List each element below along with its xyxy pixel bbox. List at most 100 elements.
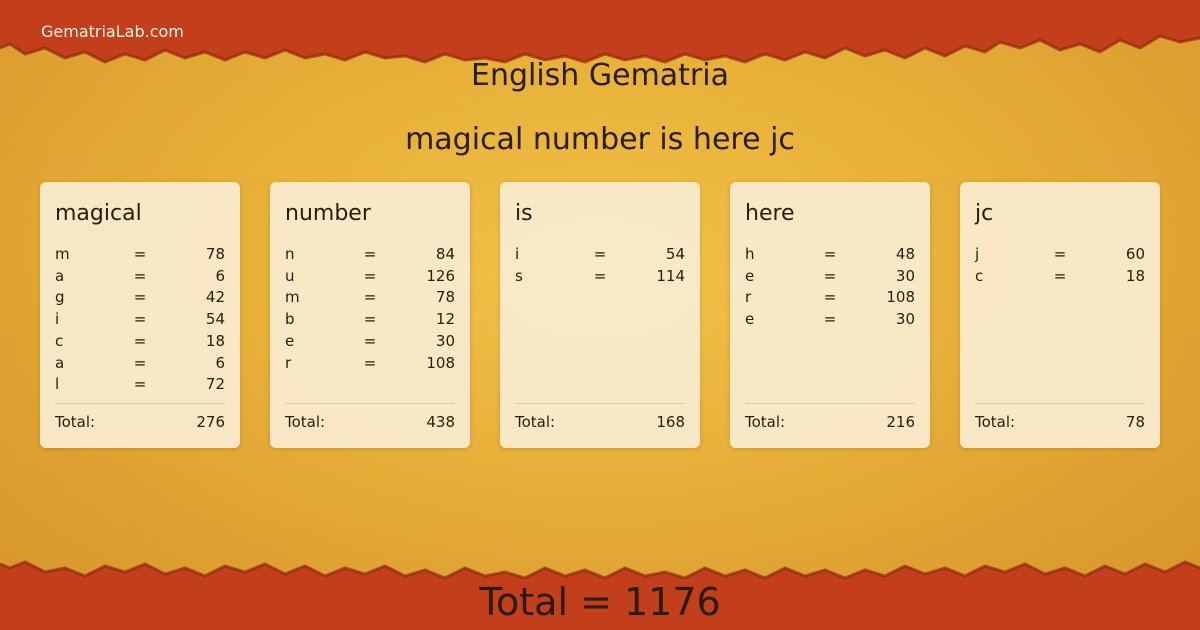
equals-sign: = — [1053, 266, 1067, 285]
letter-value: 42 — [205, 288, 226, 307]
letter-char: h — [745, 245, 755, 263]
letter-char: c — [55, 331, 64, 350]
letter-value: 126 — [426, 266, 456, 285]
letter-value: 30 — [435, 331, 456, 350]
letter-row: c = 18 — [55, 331, 225, 353]
letter-char: e — [745, 310, 755, 329]
total-label: Total: — [745, 413, 786, 431]
letter-char: e — [745, 266, 755, 285]
letter-value: 6 — [215, 353, 226, 372]
letter-char: i — [55, 310, 60, 329]
phrase: magical number is here jc — [405, 122, 795, 157]
word-card: jc j = 60 c = 18 Total: 78 — [960, 182, 1160, 448]
total-label: Total: — [285, 413, 326, 431]
equals-sign: = — [133, 310, 147, 329]
letter-row: a = 6 — [55, 266, 225, 288]
letter-value: 114 — [656, 266, 686, 285]
letter-value: 30 — [895, 266, 916, 285]
letter-row: r = 108 — [285, 353, 455, 375]
letter-char: u — [285, 266, 295, 285]
letter-row: g = 42 — [55, 287, 225, 309]
card-total: Total: 168 — [515, 403, 685, 431]
top-torn-band — [0, 0, 1200, 64]
letter-value: 12 — [435, 310, 456, 329]
equals-sign: = — [823, 310, 837, 329]
card-word-title: is — [515, 201, 533, 226]
total-value: 78 — [1125, 413, 1145, 431]
letter-row: b = 12 — [285, 309, 455, 331]
equals-sign: = — [823, 245, 837, 263]
letter-row: m = 78 — [55, 244, 225, 266]
letter-value: 18 — [1125, 266, 1146, 285]
equals-sign: = — [363, 331, 377, 350]
letter-row: l = 72 — [55, 374, 225, 396]
letter-value: 60 — [1125, 245, 1146, 263]
letter-char: n — [285, 245, 295, 263]
letter-row: h = 48 — [745, 244, 915, 266]
letter-row: c = 18 — [975, 266, 1145, 288]
letter-row: i = 54 — [55, 309, 225, 331]
total-value: 438 — [426, 413, 455, 431]
page-title: English Gematria — [471, 58, 729, 93]
letter-value: 84 — [435, 245, 456, 263]
total-value: 168 — [656, 413, 685, 431]
equals-sign: = — [823, 266, 837, 285]
letter-char: r — [285, 353, 292, 372]
letter-char: g — [55, 288, 65, 307]
letter-char: m — [285, 288, 300, 307]
letter-value: 30 — [895, 310, 916, 329]
letter-value: 78 — [205, 245, 226, 263]
total-value: 216 — [886, 413, 915, 431]
letter-char: i — [515, 245, 520, 263]
letter-char: r — [745, 288, 752, 307]
equals-sign: = — [363, 288, 377, 307]
letter-row: s = 114 — [515, 266, 685, 288]
letter-row: e = 30 — [745, 266, 915, 288]
letter-row: u = 126 — [285, 266, 455, 288]
equals-sign: = — [593, 266, 607, 285]
equals-sign: = — [133, 375, 147, 394]
letter-value: 72 — [205, 375, 226, 394]
letter-value: 108 — [886, 288, 916, 307]
equals-sign: = — [133, 245, 147, 263]
letter-value: 48 — [895, 245, 916, 263]
total-label: Total: — [55, 413, 96, 431]
letter-value: 18 — [205, 331, 226, 350]
letter-row: n = 84 — [285, 244, 455, 266]
letter-row: e = 30 — [745, 309, 915, 331]
letter-row: a = 6 — [55, 353, 225, 375]
word-card: here h = 48 e = 30 r = 108 e = 30 Total: 216 — [730, 182, 930, 448]
card-word-title: number — [285, 201, 371, 226]
site-name[interactable]: GematriaLab.com — [41, 22, 184, 41]
word-card: is i = 54 s = 114 Total: 168 — [500, 182, 700, 448]
equals-sign: = — [593, 245, 607, 263]
letter-row: m = 78 — [285, 287, 455, 309]
letter-row: i = 54 — [515, 244, 685, 266]
letter-char: a — [55, 353, 65, 372]
letter-value: 54 — [665, 245, 686, 263]
total-label: Total: — [975, 413, 1016, 431]
card-word-title: magical — [55, 201, 142, 226]
letter-char: c — [975, 266, 984, 285]
card-word-title: jc — [975, 201, 994, 226]
equals-sign: = — [133, 288, 147, 307]
total-value: 276 — [196, 413, 225, 431]
word-card: magical m = 78 a = 6 g = 42 i = 54 c = 18 a = 6 l = 72 Total: 2… — [40, 182, 240, 448]
letter-char: a — [55, 266, 65, 285]
equals-sign: = — [133, 266, 147, 285]
letter-char: e — [285, 331, 295, 350]
letter-row: r = 108 — [745, 287, 915, 309]
letter-char: l — [55, 375, 60, 394]
card-word-title: here — [745, 201, 795, 226]
card-total: Total: 78 — [975, 403, 1145, 431]
equals-sign: = — [363, 310, 377, 329]
letter-row: j = 60 — [975, 244, 1145, 266]
equals-sign: = — [363, 266, 377, 285]
equals-sign: = — [823, 288, 837, 307]
letter-char: b — [285, 310, 295, 329]
letter-value: 6 — [215, 266, 226, 285]
total-label: Total: — [515, 413, 556, 431]
word-card: number n = 84 u = 126 m = 78 b = 12 e = 30 r = 108 Total: 43… — [270, 182, 470, 448]
letter-char: j — [975, 245, 980, 263]
letter-value: 108 — [426, 353, 456, 372]
